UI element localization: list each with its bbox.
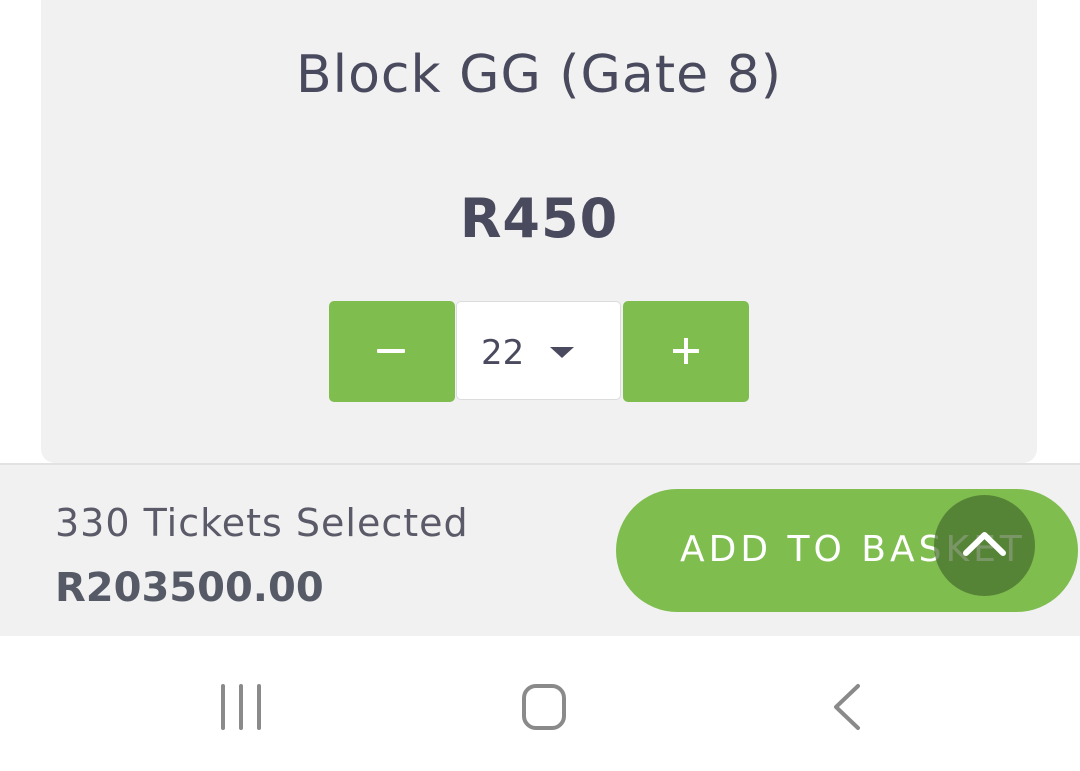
recent-apps-icon: [221, 684, 261, 730]
increment-button[interactable]: [623, 301, 749, 402]
tickets-selected-count: 330 Tickets Selected: [55, 501, 469, 545]
scroll-to-top-button[interactable]: [934, 495, 1035, 596]
ticket-card: Block GG (Gate 8) R450 22: [41, 0, 1037, 463]
decrement-button[interactable]: [329, 301, 455, 402]
summary-bar: 330 Tickets Selected R203500.00 ADD TO B…: [0, 463, 1080, 636]
nav-back-button[interactable]: [758, 636, 938, 771]
page: Block GG (Gate 8) R450 22 330 Tickets Se…: [0, 0, 1080, 771]
quantity-value: 22: [481, 333, 525, 373]
chevron-up-icon: [963, 532, 1006, 556]
caret-down-icon: [550, 347, 574, 358]
block-title: Block GG (Gate 8): [295, 45, 782, 105]
ticket-price: R450: [459, 187, 619, 250]
home-icon: [522, 684, 566, 730]
total-price: R203500.00: [55, 565, 324, 611]
back-icon: [834, 684, 860, 730]
nav-recents-button[interactable]: [152, 636, 332, 771]
nav-home-button[interactable]: [454, 636, 634, 771]
minus-icon: [377, 349, 405, 353]
system-nav-bar: [0, 636, 1080, 771]
quantity-select[interactable]: 22: [456, 301, 621, 400]
